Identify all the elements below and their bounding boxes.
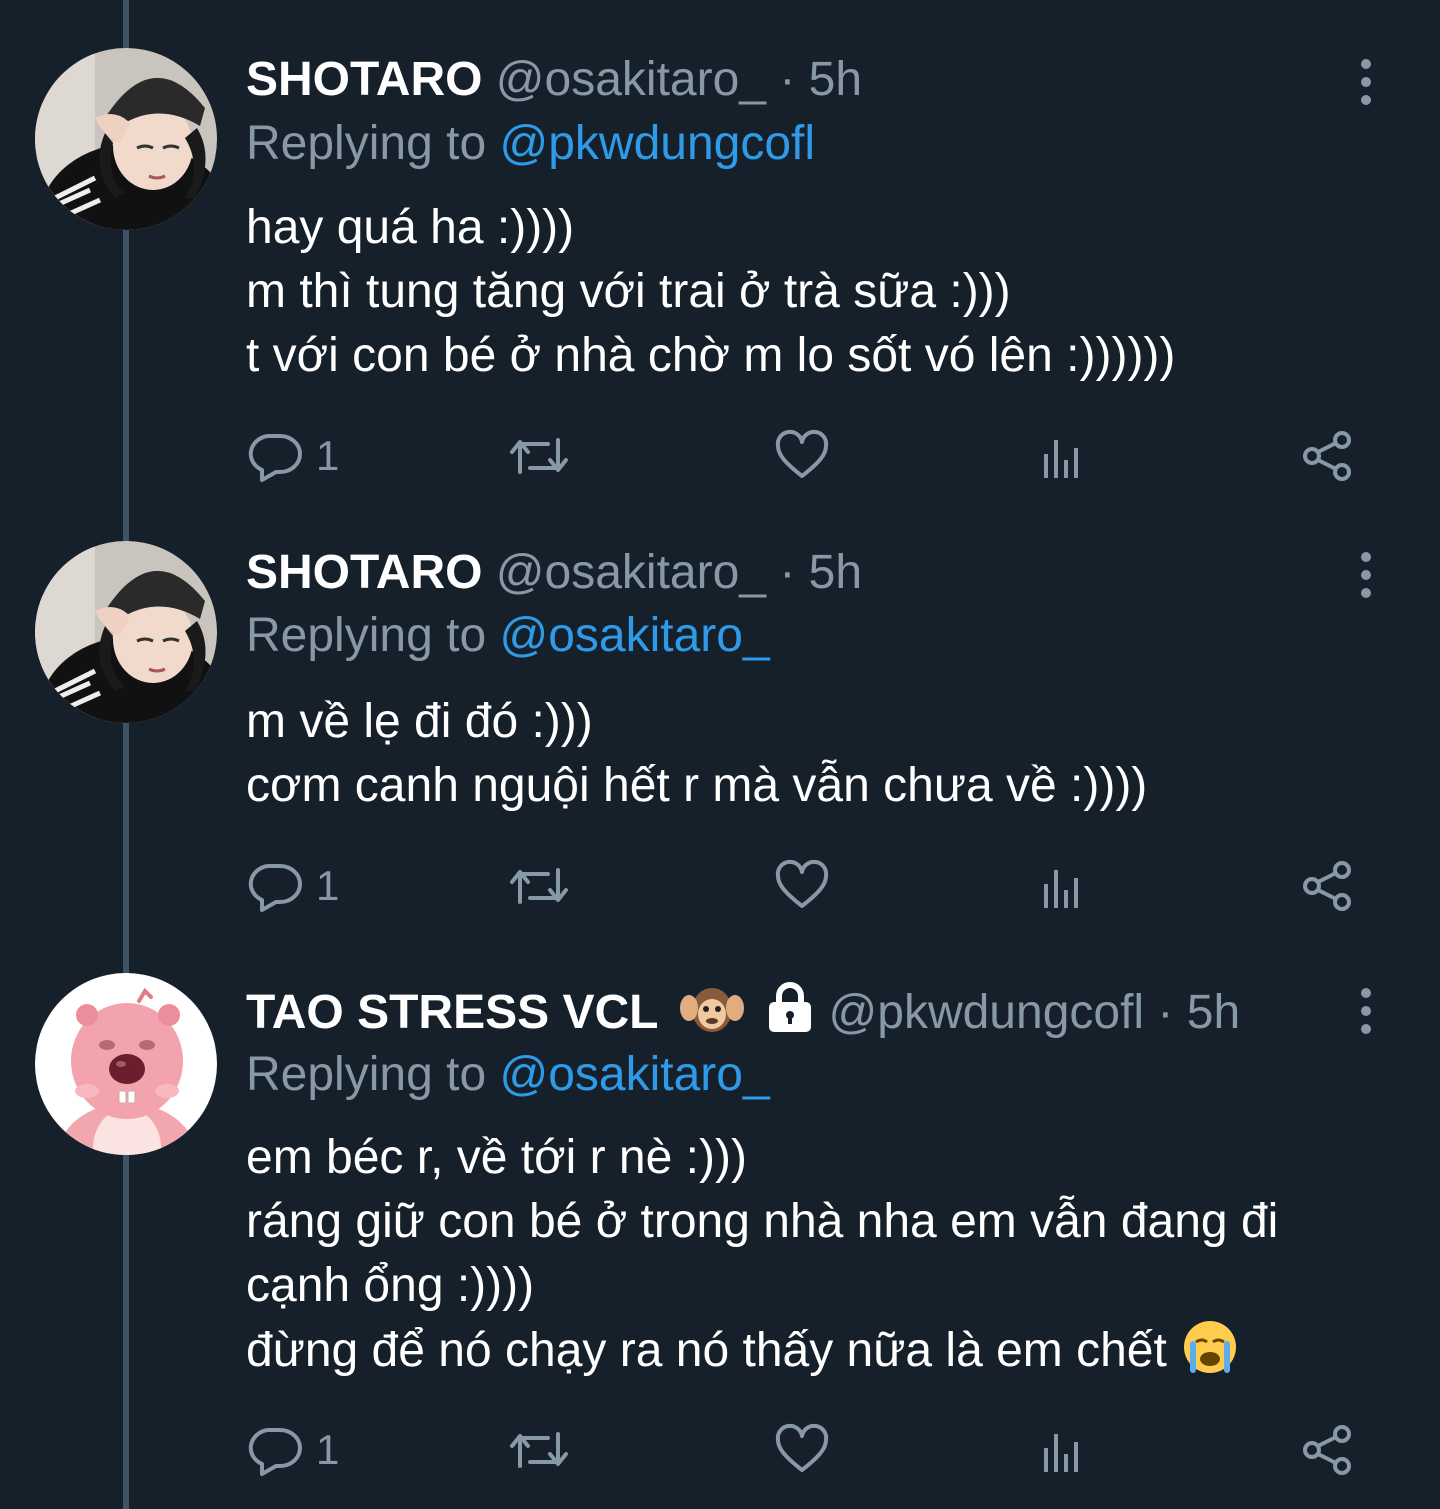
tweet-text-line: ráng giữ con bé ở trong nhà nha em vẫn đ… — [246, 1195, 1279, 1248]
retweet-icon — [510, 1432, 568, 1468]
replying-to: Replying to @osakitaro_ — [246, 1045, 770, 1105]
analytics-button[interactable] — [1040, 1420, 1088, 1480]
reply-icon — [248, 434, 302, 482]
tweet-header: TAO STRESS VCL @pkwdungcofl · 5h — [246, 980, 1240, 1040]
tweet-text-line: t với con bé ở nhà chờ m lo sốt vó lên :… — [246, 329, 1176, 382]
separator-dot: · — [779, 546, 796, 599]
share-button[interactable] — [1300, 1420, 1356, 1480]
share-icon — [1303, 1425, 1351, 1475]
share-icon — [1303, 861, 1351, 911]
reply-mention-link[interactable]: @osakitaro_ — [499, 609, 769, 662]
tweet-text: hay quá ha :)))) m thì tung tăng với tra… — [246, 196, 1406, 388]
tweet-time[interactable]: 5h — [809, 53, 862, 106]
retweet-button[interactable] — [508, 1420, 570, 1480]
replying-to: Replying to @pkwdungcofl — [246, 114, 815, 174]
like-button[interactable] — [774, 426, 830, 486]
person-avatar-image — [35, 48, 217, 230]
retweet-button[interactable] — [508, 856, 570, 916]
separator-dot: · — [779, 53, 796, 106]
tweet-text-line: hay quá ha :)))) — [246, 201, 575, 254]
tweet-text-line: em béc r, về tới r nè :))) — [246, 1131, 747, 1184]
share-button[interactable] — [1300, 856, 1356, 916]
tweet-actions: 1 — [246, 1420, 1366, 1480]
reply-count: 1 — [316, 1426, 340, 1473]
like-button[interactable] — [774, 856, 830, 916]
reply-button[interactable]: 1 — [246, 1420, 339, 1480]
replying-to-label: Replying to — [246, 117, 487, 170]
reply-count: 1 — [316, 862, 340, 909]
retweet-icon — [510, 868, 568, 904]
author-name[interactable]: SHOTARO — [246, 546, 482, 599]
reply-icon — [248, 1428, 302, 1476]
tweet-text-line: cạnh ổng :)))) — [246, 1259, 535, 1312]
author-name[interactable]: TAO STRESS VCL — [246, 986, 658, 1039]
author-handle[interactable]: @pkwdungcofl — [829, 986, 1145, 1039]
retweet-icon — [510, 438, 568, 474]
tweet-time[interactable]: 5h — [809, 546, 862, 599]
tweet-actions: 1 — [246, 856, 1366, 916]
tweet-text-line: m về lẹ đi đó :))) — [246, 695, 593, 748]
crying-face-icon — [1181, 1318, 1239, 1393]
author-name[interactable]: SHOTARO — [246, 53, 482, 106]
reply-count: 1 — [316, 432, 340, 479]
like-icon — [775, 1423, 829, 1472]
tweet-actions: 1 — [246, 426, 1366, 486]
hear-no-evil-monkey-icon — [679, 980, 744, 1051]
author-handle[interactable]: @osakitaro_ — [496, 53, 766, 106]
retweet-button[interactable] — [508, 426, 570, 486]
avatar[interactable] — [35, 541, 217, 723]
reply-mention-link[interactable]: @pkwdungcofl — [499, 117, 815, 170]
tweet-text: m về lẹ đi đó :))) cơm canh nguội hết r … — [246, 690, 1406, 818]
separator-dot: · — [1157, 986, 1174, 1040]
like-icon — [775, 429, 829, 478]
tweet-text: em béc r, về tới r nè :))) ráng giữ con … — [246, 1126, 1406, 1393]
replying-to-label: Replying to — [246, 1048, 487, 1101]
tweet-header: SHOTARO @osakitaro_ · 5h — [246, 50, 862, 110]
tweet-header: SHOTARO @osakitaro_ · 5h — [246, 543, 862, 603]
analytics-icon — [1044, 1434, 1078, 1472]
analytics-icon — [1044, 870, 1078, 908]
author-handle[interactable]: @osakitaro_ — [496, 546, 766, 599]
more-options-icon[interactable] — [1352, 986, 1380, 1036]
share-button[interactable] — [1300, 426, 1356, 486]
replying-to-label: Replying to — [246, 609, 487, 662]
tweet-text-line: đừng để nó chạy ra nó thấy nữa là em chế… — [246, 1324, 1167, 1377]
reply-icon — [248, 864, 302, 912]
more-options-icon[interactable] — [1352, 57, 1380, 107]
analytics-button[interactable] — [1040, 426, 1088, 486]
like-icon — [775, 859, 829, 908]
avatar[interactable] — [35, 48, 217, 230]
replying-to: Replying to @osakitaro_ — [246, 606, 770, 666]
tweet-time[interactable]: 5h — [1187, 986, 1240, 1039]
reply-button[interactable]: 1 — [246, 426, 339, 486]
person-avatar-image — [35, 541, 217, 723]
avatar[interactable] — [35, 973, 217, 1155]
share-icon — [1303, 431, 1351, 481]
more-options-icon[interactable] — [1352, 550, 1380, 600]
reply-button[interactable]: 1 — [246, 856, 339, 916]
lock-icon — [765, 980, 815, 1051]
analytics-icon — [1044, 440, 1078, 478]
tweet-text-line: m thì tung tăng với trai ở trà sữa :))) — [246, 265, 1011, 318]
like-button[interactable] — [774, 1420, 830, 1480]
tweet-text-line: cơm canh nguội hết r mà vẫn chưa về :)))… — [246, 759, 1148, 812]
pink-beaver-avatar-image — [35, 973, 217, 1155]
analytics-button[interactable] — [1040, 856, 1088, 916]
tweet-text-line-with-emoji: đừng để nó chạy ra nó thấy nữa là em chế… — [246, 1318, 1406, 1393]
reply-mention-link[interactable]: @osakitaro_ — [499, 1048, 769, 1101]
